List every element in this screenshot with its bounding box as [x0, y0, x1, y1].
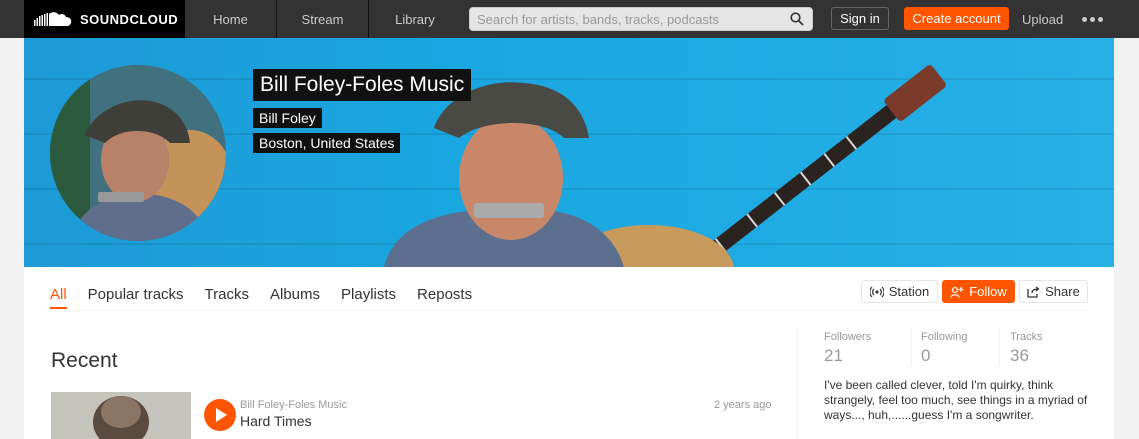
upload-link[interactable]: Upload	[1022, 0, 1063, 38]
profile-page: Bill Foley-Foles Music Bill Foley Boston…	[24, 38, 1114, 439]
tab-all[interactable]: All	[50, 286, 67, 310]
stat-separator	[999, 329, 1000, 366]
create-account-button[interactable]: Create account	[904, 7, 1009, 30]
share-button[interactable]: Share	[1019, 280, 1088, 303]
stat-following[interactable]: Following 0	[921, 331, 967, 366]
nav-home[interactable]: Home	[185, 0, 277, 38]
profile-banner: Bill Foley-Foles Music Bill Foley Boston…	[24, 38, 1114, 267]
track-age: 2 years ago	[714, 399, 772, 411]
station-label: Station	[888, 284, 930, 299]
recent-heading: Recent	[51, 349, 118, 372]
stat-label: Following	[921, 331, 968, 343]
soundcloud-cloud-icon	[34, 12, 72, 26]
tab-playlists[interactable]: Playlists	[341, 286, 396, 310]
stat-followers[interactable]: Followers 21	[824, 331, 871, 366]
soundcloud-logo[interactable]: SOUNDCLOUD	[24, 0, 185, 38]
nav-stream[interactable]: Stream	[277, 0, 369, 38]
station-button[interactable]: Station	[861, 280, 938, 303]
tab-albums[interactable]: Albums	[270, 286, 320, 310]
track-artist[interactable]: Bill Foley-Foles Music	[240, 399, 347, 411]
tab-reposts[interactable]: Reposts	[417, 286, 472, 310]
brand-name: SOUNDCLOUD	[80, 11, 179, 27]
search-box	[469, 7, 813, 31]
follow-button[interactable]: Follow	[942, 280, 1015, 303]
profile-bio: I've been called clever, told I'm quirky…	[824, 378, 1088, 422]
stat-value: 0	[921, 346, 931, 365]
more-dots-icon[interactable]	[1082, 12, 1106, 26]
profile-tabs: All Popular tracks Tracks Albums Playlis…	[50, 286, 493, 310]
sidebar-divider	[796, 328, 797, 439]
nav-library[interactable]: Library	[369, 0, 461, 38]
share-icon	[1027, 285, 1040, 298]
share-label: Share	[1045, 284, 1080, 299]
top-navigation-bar: SOUNDCLOUD Home Stream Library Sign in C…	[0, 0, 1139, 38]
profile-display-name: Bill Foley-Foles Music	[253, 69, 472, 101]
profile-avatar[interactable]	[50, 65, 226, 241]
follow-label: Follow	[969, 284, 1007, 299]
stat-value: 36	[1010, 346, 1029, 365]
profile-real-name: Bill Foley	[253, 108, 322, 128]
track-title[interactable]: Hard Times	[240, 413, 312, 429]
tab-popular-tracks[interactable]: Popular tracks	[88, 286, 184, 310]
profile-location: Boston, United States	[253, 133, 401, 153]
station-icon	[869, 286, 884, 297]
sign-in-button[interactable]: Sign in	[831, 7, 889, 30]
tabs-divider	[50, 310, 1088, 311]
search-icon[interactable]	[790, 12, 804, 26]
avatar-photo	[50, 65, 226, 241]
tab-tracks[interactable]: Tracks	[205, 286, 249, 310]
stat-label: Tracks	[1010, 331, 1043, 343]
search-input[interactable]	[470, 8, 812, 30]
stat-label: Followers	[824, 331, 872, 343]
track-artwork-image	[51, 392, 191, 439]
play-button[interactable]	[204, 399, 236, 431]
stat-separator	[911, 329, 912, 366]
stat-value: 21	[824, 346, 843, 365]
add-user-icon	[950, 286, 964, 298]
stat-tracks[interactable]: Tracks 36	[1010, 331, 1043, 366]
track-artwork[interactable]	[51, 392, 191, 439]
